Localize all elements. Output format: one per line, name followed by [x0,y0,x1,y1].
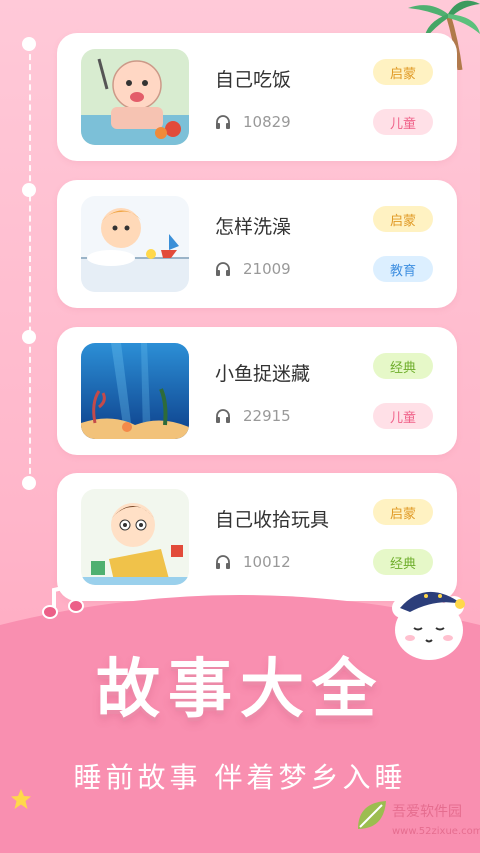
story-card[interactable]: 怎样洗澡 21009 启蒙 教育 [57,180,457,308]
play-count: 10012 [215,553,291,571]
story-tag[interactable]: 儿童 [373,403,433,429]
story-thumbnail [81,489,189,585]
story-thumbnail [81,196,189,292]
story-tag[interactable]: 经典 [373,353,433,379]
play-count-value: 22915 [243,407,291,425]
story-card[interactable]: 小鱼捉迷藏 22915 经典 儿童 [57,327,457,455]
story-tag[interactable]: 启蒙 [373,59,433,85]
play-count-value: 21009 [243,260,291,278]
story-title: 自己收拾玩具 [215,509,330,531]
story-thumbnail [81,343,189,439]
play-count: 22915 [215,407,291,425]
play-count: 21009 [215,260,291,278]
story-tag[interactable]: 经典 [373,549,433,575]
headphones-icon [216,409,230,423]
story-tag[interactable]: 儿童 [373,109,433,135]
story-tag[interactable]: 教育 [373,256,433,282]
banner-title: 故事大全 [96,653,384,727]
watermark-url: www.52zixue.com [392,826,480,837]
timeline-dot [22,330,36,344]
timeline-dot [22,183,36,197]
story-tag[interactable]: 启蒙 [373,499,433,525]
story-thumbnail [81,49,189,145]
story-card[interactable]: 自己吃饭 10829 启蒙 儿童 [57,33,457,161]
headphones-icon [216,115,230,129]
timeline-line [29,44,31,484]
play-count-value: 10829 [243,113,291,131]
story-title: 自己吃饭 [215,69,292,91]
story-tag[interactable]: 启蒙 [373,206,433,232]
watermark: 吾爱软件园 www.52zixue.com [352,767,480,843]
star-icon [11,789,31,809]
watermark-text: 吾爱软件园 [392,804,462,820]
timeline-dot [22,476,36,490]
headphones-icon [216,555,230,569]
story-title: 小鱼捉迷藏 [215,363,311,385]
leaf-logo-icon [358,801,386,829]
timeline-dot [22,37,36,51]
story-title: 怎样洗澡 [215,216,292,238]
headphones-icon [216,262,230,276]
play-count-value: 10012 [243,553,291,571]
play-count: 10829 [215,113,291,131]
music-note-icon [42,581,84,619]
